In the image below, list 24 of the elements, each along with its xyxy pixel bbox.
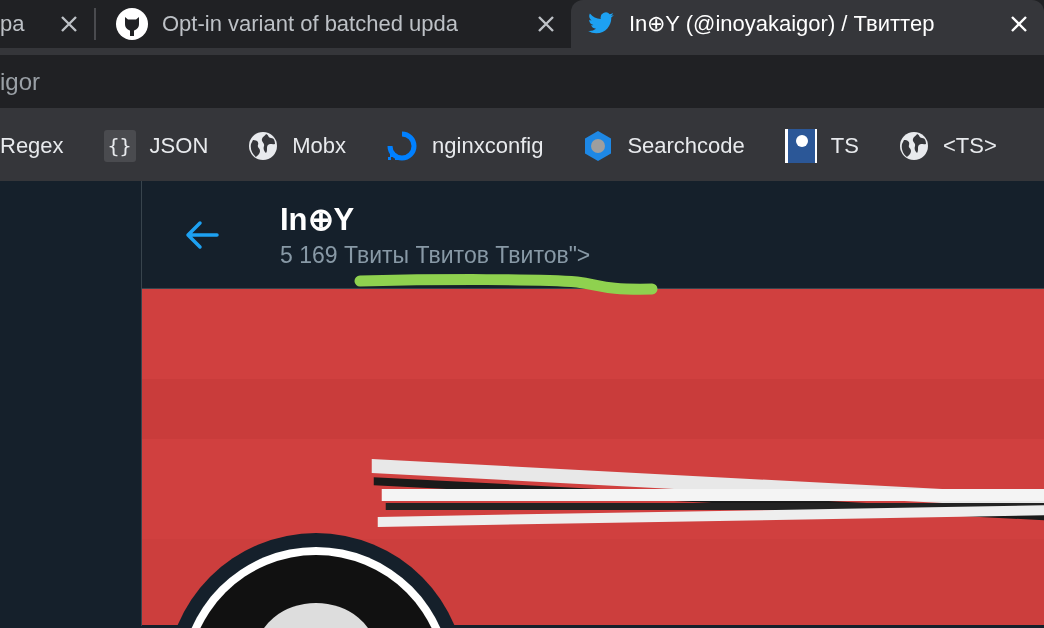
bookmark-item[interactable]: TS [784, 128, 859, 163]
book-icon [784, 128, 817, 163]
browser-tab[interactable]: In⊕Y (@inoyakaigor) / Твиттер [571, 0, 1044, 48]
cat-silhouette-icon [116, 8, 148, 40]
hexagon-icon [583, 129, 614, 162]
close-icon[interactable] [537, 15, 555, 33]
bookmark-item[interactable]: nginxconfig [386, 129, 544, 162]
globe-icon [898, 130, 929, 161]
browser-tab[interactable]: pa [0, 8, 96, 40]
braces-icon: {} [103, 129, 136, 162]
bird-icon [587, 12, 615, 36]
bookmark-item[interactable]: <TS> [898, 130, 997, 161]
bookmark-item[interactable]: Regex [0, 132, 64, 159]
browser-tab[interactable]: Opt-in variant of batched upda [96, 0, 571, 48]
close-icon[interactable] [60, 15, 78, 33]
bookmark-item[interactable]: Mobx [248, 130, 347, 161]
tweet-count: 5 169 Твиты Твитов Твитов"> [280, 241, 591, 269]
bookmark-item[interactable]: {} JSON [103, 129, 209, 162]
profile-name: In⊕Y [280, 200, 356, 238]
ring-icon [386, 129, 419, 162]
bookmark-item[interactable]: Searchcode [583, 129, 745, 162]
address-field[interactable]: igor [0, 55, 1044, 108]
globe-icon [248, 130, 279, 161]
back-arrow-icon[interactable] [184, 219, 220, 250]
